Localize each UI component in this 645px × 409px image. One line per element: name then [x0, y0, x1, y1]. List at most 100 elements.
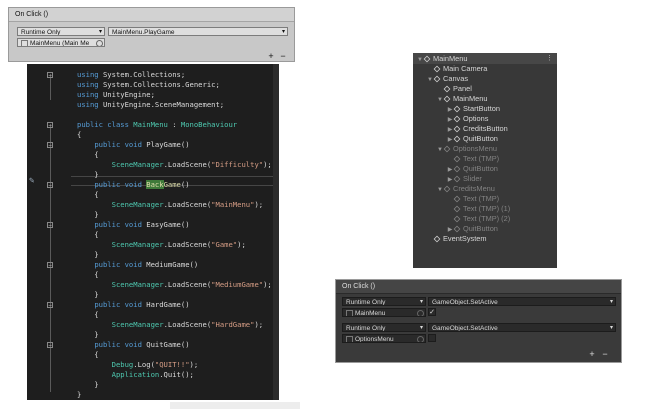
code-line[interactable]: }: [27, 380, 272, 390]
code-line[interactable]: {: [27, 310, 272, 320]
runtime-dropdown-value: Runtime Only: [346, 299, 386, 306]
function-dropdown[interactable]: MainMenu.PlayGame ▾: [108, 27, 288, 36]
quick-action-icon[interactable]: ✎: [29, 176, 39, 186]
chevron-down-icon: ▾: [419, 299, 423, 305]
code-line[interactable]: {: [27, 350, 272, 360]
object-field[interactable]: OptionsMenu: [342, 334, 426, 343]
code-line[interactable]: Debug.Log("QUIT!!");: [27, 360, 272, 370]
function-dropdown[interactable]: GameObject.SetActive ▾: [428, 323, 616, 332]
fold-toggle-icon[interactable]: −: [47, 302, 53, 309]
fold-toggle-icon[interactable]: −: [47, 222, 53, 229]
expand-arrow-icon[interactable]: ▼: [436, 145, 444, 155]
fold-toggle-icon[interactable]: −: [47, 262, 53, 269]
hierarchy-item[interactable]: Text (TMP) (2): [446, 214, 510, 224]
code-line[interactable]: {: [27, 190, 272, 200]
code-line[interactable]: public void HardGame(): [27, 300, 272, 310]
remove-button[interactable]: −: [278, 51, 288, 61]
add-button[interactable]: +: [266, 51, 276, 61]
code-line[interactable]: }: [27, 170, 272, 180]
more-options-icon[interactable]: ⋮: [546, 54, 553, 63]
expand-arrow-icon[interactable]: ▼: [436, 95, 444, 105]
expand-arrow-icon[interactable]: ▼: [436, 185, 444, 195]
code-line[interactable]: SceneManager.LoadScene("Difficulty");: [27, 160, 272, 170]
code-line[interactable]: using System.Collections.Generic;: [27, 80, 272, 90]
code-line[interactable]: SceneManager.LoadScene("HardGame");: [27, 320, 272, 330]
fold-toggle-icon[interactable]: −: [47, 72, 53, 79]
add-button[interactable]: +: [587, 349, 597, 359]
hierarchy-item[interactable]: ▶ QuitButton: [446, 224, 498, 234]
hierarchy-item[interactable]: ▶ StartButton: [446, 104, 500, 114]
hierarchy-item[interactable]: ▶ QuitButton: [446, 164, 498, 174]
object-picker-icon[interactable]: [417, 336, 424, 342]
code-line[interactable]: using UnityEngine;: [27, 90, 272, 100]
object-picker-icon[interactable]: [417, 310, 424, 316]
scrollbar[interactable]: [273, 64, 279, 400]
code-line-text: }: [77, 250, 99, 259]
code-line[interactable]: {: [27, 230, 272, 240]
onclick-panel-bottom: On Click () Runtime Only ▾ GameObject.Set…: [335, 279, 622, 363]
hierarchy-panel: ⋮ ▼ MainMenu Main Camera ▼ Canvas Panel ▼ MainM…: [413, 53, 557, 268]
active-checkbox[interactable]: [428, 334, 436, 342]
code-line[interactable]: }: [27, 390, 272, 400]
runtime-dropdown[interactable]: Runtime Only ▾: [342, 297, 426, 306]
code-line[interactable]: SceneManager.LoadScene("MainMenu");: [27, 200, 272, 210]
hierarchy-item[interactable]: Text (TMP): [446, 154, 499, 164]
code-line[interactable]: public void EasyGame(): [27, 220, 272, 230]
runtime-dropdown[interactable]: Runtime Only ▾: [342, 323, 426, 332]
code-line[interactable]: }: [27, 290, 272, 300]
object-field[interactable]: MainMenu: [342, 308, 426, 317]
fold-toggle-icon[interactable]: −: [47, 122, 53, 129]
code-line[interactable]: }: [27, 210, 272, 220]
hierarchy-item[interactable]: ▼ CreditsMenu: [436, 184, 495, 194]
fold-toggle-icon[interactable]: −: [47, 142, 53, 149]
expand-arrow-icon[interactable]: ▼: [426, 75, 434, 85]
code-line[interactable]: SceneManager.LoadScene("Game");: [27, 240, 272, 250]
code-line-text: Application.Quit();: [111, 370, 194, 379]
hierarchy-item[interactable]: Text (TMP): [446, 194, 499, 204]
runtime-dropdown[interactable]: Runtime Only ▾: [17, 27, 105, 36]
code-line[interactable]: public void QuitGame(): [27, 340, 272, 350]
code-line[interactable]: public void PlayGame(): [27, 140, 272, 150]
code-line[interactable]: {: [27, 270, 272, 280]
hierarchy-item[interactable]: Main Camera: [426, 64, 487, 74]
code-editor[interactable]: using System.Collections; using System.Co…: [27, 64, 279, 400]
code-line[interactable]: }: [27, 250, 272, 260]
code-line[interactable]: }: [27, 330, 272, 340]
hierarchy-item[interactable]: ▼ OptionsMenu: [436, 144, 497, 154]
code-line[interactable]: using System.Collections;: [27, 70, 272, 80]
fold-toggle-icon[interactable]: −: [47, 342, 53, 349]
code-line[interactable]: public void BackGame(): [27, 180, 272, 190]
code-line[interactable]: SceneManager.LoadScene("MediumGame");: [27, 280, 272, 290]
hierarchy-item[interactable]: EventSystem: [426, 234, 487, 244]
code-line[interactable]: {: [27, 150, 272, 160]
hierarchy-item[interactable]: ▼ MainMenu: [416, 54, 468, 64]
code-line[interactable]: {: [27, 130, 272, 140]
hierarchy-item-label: StartButton: [463, 104, 500, 113]
hierarchy-item-label: Slider: [463, 174, 482, 183]
hierarchy-item[interactable]: ▶ Slider: [446, 174, 482, 184]
object-field[interactable]: MainMenu (Main Me: [17, 38, 105, 47]
gameobject-cube-icon: [443, 95, 451, 103]
gameobject-cube-icon: [443, 85, 451, 93]
hierarchy-item[interactable]: Panel: [436, 84, 472, 94]
fold-toggle-icon[interactable]: −: [47, 182, 53, 189]
hierarchy-item[interactable]: ▶ QuitButton: [446, 134, 498, 144]
code-line[interactable]: public void MediumGame(): [27, 260, 272, 270]
function-dropdown-value: GameObject.SetActive: [432, 299, 498, 306]
code-line[interactable]: public class MainMenu : MonoBehaviour: [27, 120, 272, 130]
hierarchy-item[interactable]: ▼ Canvas: [426, 74, 468, 84]
code-line[interactable]: Application.Quit();: [27, 370, 272, 380]
code-line[interactable]: using UnityEngine.SceneManagement;: [27, 100, 272, 110]
hierarchy-item[interactable]: ▶ Options: [446, 114, 489, 124]
hierarchy-item[interactable]: Text (TMP) (1): [446, 204, 510, 214]
expand-arrow-icon[interactable]: ▼: [416, 55, 424, 65]
function-dropdown[interactable]: GameObject.SetActive ▾: [428, 297, 616, 306]
code-line[interactable]: [27, 110, 272, 120]
active-checkbox[interactable]: ✓: [428, 308, 436, 316]
hierarchy-item[interactable]: ▶ CreditsButton: [446, 124, 508, 134]
object-picker-icon[interactable]: [96, 40, 103, 46]
gameobject-cube-icon: [453, 215, 461, 223]
remove-button[interactable]: −: [600, 349, 610, 359]
code-line-text: }: [77, 330, 99, 339]
hierarchy-item[interactable]: ▼ MainMenu: [436, 94, 488, 104]
